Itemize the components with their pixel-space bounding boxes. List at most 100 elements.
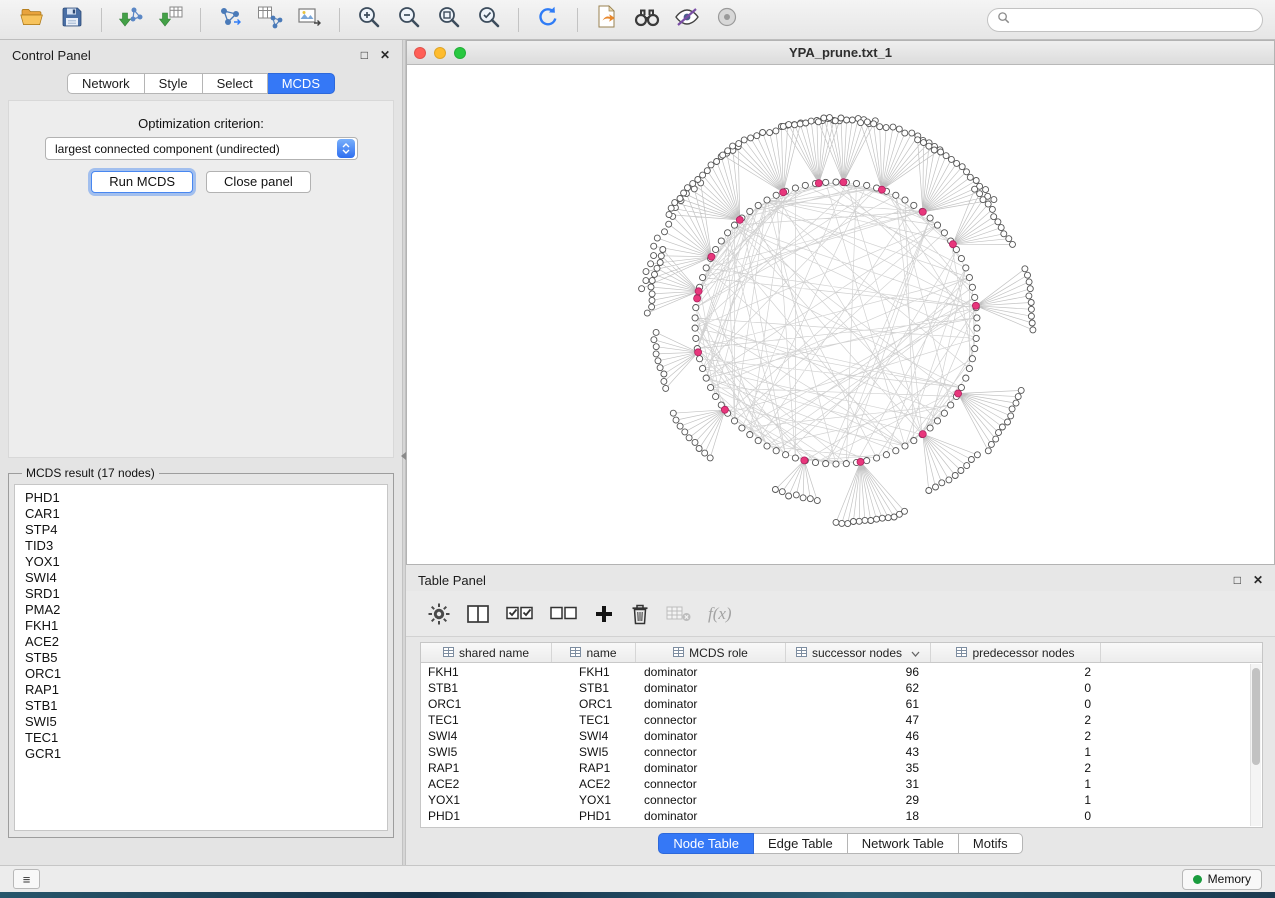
function-builder-button[interactable]: f(x) xyxy=(708,604,732,624)
mcds-result-list[interactable]: PHD1CAR1STP4TID3YOX1SWI4SRD1PMA2FKH1ACE2… xyxy=(14,484,388,831)
mcds-result-item[interactable]: CAR1 xyxy=(25,506,387,522)
criterion-dropdown[interactable]: largest connected component (undirected) xyxy=(45,137,358,160)
mcds-result-item[interactable]: ORC1 xyxy=(25,666,387,682)
column-header-shared-name[interactable]: shared name xyxy=(421,643,552,662)
table-cell-filler xyxy=(1101,680,1251,696)
tab-node-table[interactable]: Node Table xyxy=(658,833,754,854)
hide-graphics-button[interactable] xyxy=(667,4,707,36)
mcds-result-item[interactable]: GCR1 xyxy=(25,746,387,762)
float-panel-icon[interactable]: □ xyxy=(1234,573,1241,587)
table-row[interactable]: ORC1ORC1dominator610 xyxy=(421,696,1251,712)
search-input[interactable] xyxy=(1016,13,1253,27)
import-network-button[interactable] xyxy=(111,4,151,36)
close-window-icon[interactable] xyxy=(414,47,426,59)
open-file-button[interactable] xyxy=(12,4,52,36)
mcds-result-item[interactable]: SRD1 xyxy=(25,586,387,602)
column-header-predecessor-nodes[interactable]: predecessor nodes xyxy=(931,643,1101,662)
table-cell: STB1 xyxy=(421,680,552,696)
mcds-result-item[interactable]: SWI5 xyxy=(25,714,387,730)
zoom-fit-button[interactable] xyxy=(429,4,469,36)
memory-label: Memory xyxy=(1208,872,1251,886)
tab-select[interactable]: Select xyxy=(203,73,268,94)
select-all-button[interactable] xyxy=(506,605,533,623)
mcds-result-item[interactable]: YOX1 xyxy=(25,554,387,570)
zoom-fit-icon xyxy=(436,4,462,35)
table-cell: 31 xyxy=(786,776,931,792)
table-cell: 0 xyxy=(931,680,1101,696)
network-graph[interactable] xyxy=(407,65,1274,564)
refresh-button[interactable] xyxy=(528,4,568,36)
mcds-result-item[interactable]: FKH1 xyxy=(25,618,387,634)
zoom-in-button[interactable] xyxy=(349,4,389,36)
chevron-down-icon[interactable] xyxy=(911,646,920,660)
table-row[interactable]: SWI5SWI5connector431 xyxy=(421,744,1251,760)
close-panel-button[interactable]: Close panel xyxy=(206,171,311,193)
table-row[interactable]: STB1STB1dominator620 xyxy=(421,680,1251,696)
search-box[interactable] xyxy=(987,8,1263,32)
toolbar-separator xyxy=(200,8,201,32)
tab-mcds[interactable]: MCDS xyxy=(268,73,335,94)
tab-network-table[interactable]: Network Table xyxy=(848,833,959,854)
table-row[interactable]: SWI4SWI4dominator462 xyxy=(421,728,1251,744)
column-header-name[interactable]: name xyxy=(552,643,636,662)
add-column-button[interactable] xyxy=(594,604,614,624)
table-row[interactable]: TEC1TEC1connector472 xyxy=(421,712,1251,728)
tab-motifs[interactable]: Motifs xyxy=(959,833,1023,854)
tab-network[interactable]: Network xyxy=(67,73,145,94)
mcds-result-item[interactable]: STB5 xyxy=(25,650,387,666)
mcds-result-item[interactable]: STB1 xyxy=(25,698,387,714)
memory-button[interactable]: Memory xyxy=(1182,869,1262,890)
import-table-button[interactable] xyxy=(151,4,191,36)
share-document-button[interactable] xyxy=(587,4,627,36)
table-cell-filler xyxy=(1101,760,1251,776)
mcds-result-item[interactable]: TID3 xyxy=(25,538,387,554)
table-cell: SWI4 xyxy=(552,728,636,744)
mcds-result-item[interactable]: STP4 xyxy=(25,522,387,538)
tab-edge-table[interactable]: Edge Table xyxy=(754,833,848,854)
maximize-window-icon[interactable] xyxy=(454,47,466,59)
table-cell: connector xyxy=(636,792,786,808)
deselect-all-button[interactable] xyxy=(550,605,577,623)
network-canvas[interactable] xyxy=(407,65,1274,564)
table-row[interactable]: PHD1PHD1dominator180 xyxy=(421,808,1251,824)
run-mcds-button[interactable]: Run MCDS xyxy=(91,171,193,193)
mcds-result-item[interactable]: PHD1 xyxy=(25,490,387,506)
scrollbar-thumb[interactable] xyxy=(1252,668,1260,765)
table-row[interactable]: RAP1RAP1dominator352 xyxy=(421,760,1251,776)
table-cell: YOX1 xyxy=(421,792,552,808)
search-network-button[interactable] xyxy=(627,4,667,36)
export-image-button[interactable] xyxy=(290,4,330,36)
show-graphics-button[interactable] xyxy=(707,4,747,36)
mcds-result-item[interactable]: RAP1 xyxy=(25,682,387,698)
show-columns-button[interactable] xyxy=(467,604,489,624)
column-attr-icon xyxy=(570,646,581,660)
delete-table-button[interactable] xyxy=(666,605,691,623)
minimize-window-icon[interactable] xyxy=(434,47,446,59)
zoom-in-icon xyxy=(356,4,382,35)
close-panel-icon[interactable]: ✕ xyxy=(1253,573,1263,587)
network-from-table-button[interactable] xyxy=(250,4,290,36)
network-titlebar[interactable]: YPA_prune.txt_1 xyxy=(407,41,1274,65)
mcds-panel: Optimization criterion: largest connecte… xyxy=(8,100,394,458)
table-scrollbar[interactable] xyxy=(1250,664,1261,826)
close-panel-icon[interactable]: ✕ xyxy=(380,48,390,62)
mcds-result-item[interactable]: SWI4 xyxy=(25,570,387,586)
mcds-result-item[interactable]: PMA2 xyxy=(25,602,387,618)
delete-column-button[interactable] xyxy=(631,603,649,625)
table-row[interactable]: FKH1FKH1dominator962 xyxy=(421,664,1251,680)
table-row[interactable]: YOX1YOX1connector291 xyxy=(421,792,1251,808)
zoom-out-button[interactable] xyxy=(389,4,429,36)
save-session-button[interactable] xyxy=(52,4,92,36)
table-row[interactable]: ACE2ACE2connector311 xyxy=(421,776,1251,792)
tab-style[interactable]: Style xyxy=(145,73,203,94)
new-network-button[interactable] xyxy=(210,4,250,36)
status-menu-button[interactable]: ≡ xyxy=(13,869,40,889)
zoom-selected-button[interactable] xyxy=(469,4,509,36)
float-panel-icon[interactable]: □ xyxy=(361,48,368,62)
mcds-result-item[interactable]: TEC1 xyxy=(25,730,387,746)
toolbar-separator xyxy=(101,8,102,32)
column-header-mcds-role[interactable]: MCDS role xyxy=(636,643,786,662)
mcds-result-item[interactable]: ACE2 xyxy=(25,634,387,650)
table-settings-button[interactable] xyxy=(428,603,450,625)
column-header-successor-nodes[interactable]: successor nodes xyxy=(786,643,931,662)
